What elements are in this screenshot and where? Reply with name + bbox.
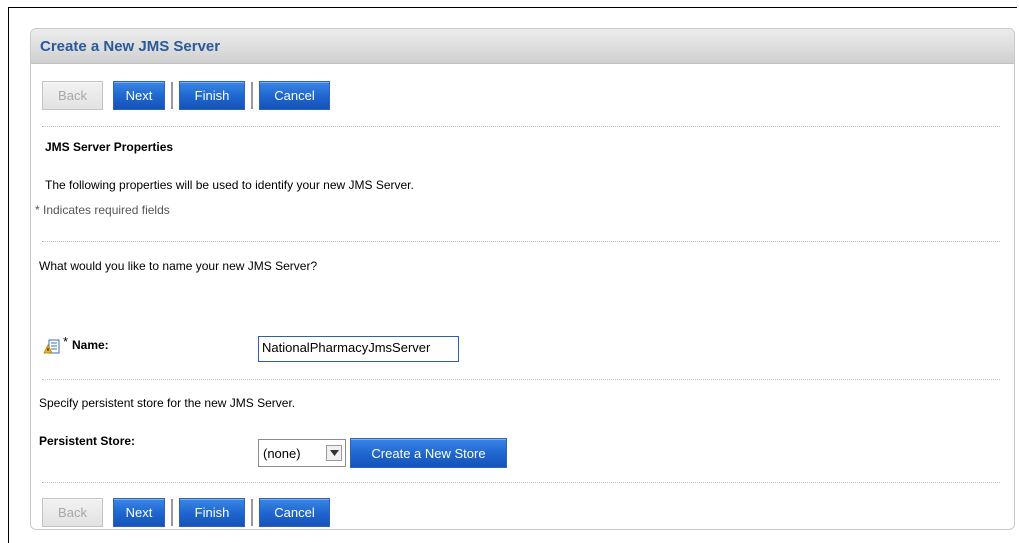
button-separator (171, 499, 173, 526)
panel-header: Create a New JMS Server (31, 29, 1014, 64)
help-field-icon[interactable] (43, 338, 60, 355)
chevron-down-icon[interactable] (326, 445, 342, 461)
panel-title: Create a New JMS Server (40, 37, 221, 55)
section-heading: JMS Server Properties (45, 140, 174, 154)
required-note: * Indicates required fields (35, 203, 170, 217)
name-input[interactable]: NationalPharmacyJmsServer (258, 336, 459, 362)
required-star: * (63, 334, 69, 349)
divider (42, 482, 1000, 483)
create-new-store-button[interactable]: Create a New Store (350, 438, 507, 468)
button-separator (251, 82, 253, 109)
create-jms-server-panel: Create a New JMS Server Back Next Finish… (30, 28, 1015, 530)
button-separator (251, 499, 253, 526)
finish-button-bottom[interactable]: Finish (179, 498, 245, 527)
button-separator (171, 82, 173, 109)
next-button-bottom[interactable]: Next (113, 498, 165, 527)
top-button-row: Back Next Finish Cancel (42, 81, 330, 110)
back-button-bottom[interactable]: Back (42, 498, 103, 527)
section-description: The following properties will be used to… (45, 178, 414, 192)
divider (42, 379, 1000, 380)
next-button-top[interactable]: Next (113, 81, 165, 110)
divider (42, 126, 1000, 127)
persistent-store-select[interactable]: (none) (258, 439, 346, 467)
store-question: Specify persistent store for the new JMS… (39, 396, 296, 410)
finish-button-top[interactable]: Finish (179, 81, 245, 110)
back-button-top[interactable]: Back (42, 81, 103, 110)
name-question: What would you like to name your new JMS… (39, 259, 318, 273)
bottom-button-row: Back Next Finish Cancel (42, 498, 330, 527)
divider (42, 241, 1000, 242)
cancel-button-bottom[interactable]: Cancel (259, 498, 330, 527)
cancel-button-top[interactable]: Cancel (259, 81, 330, 110)
persistent-store-label: Persistent Store: (39, 434, 136, 448)
select-value: (none) (263, 445, 301, 461)
name-label: Name: (72, 338, 109, 352)
